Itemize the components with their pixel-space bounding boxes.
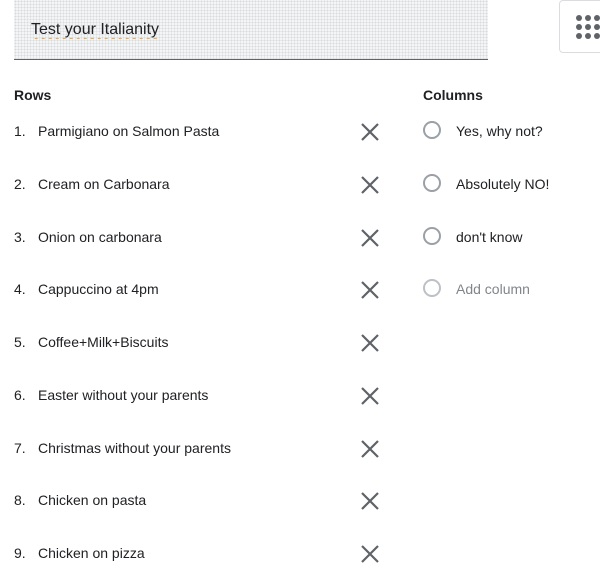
row-number: 3. — [14, 229, 26, 245]
row-label-input[interactable]: Chicken on pizza — [38, 545, 145, 561]
close-icon[interactable] — [358, 173, 382, 197]
column-label-input[interactable]: Yes, why not? — [456, 123, 543, 139]
row-label-input[interactable]: Chicken on pasta — [38, 492, 146, 508]
close-icon[interactable] — [358, 489, 382, 513]
row-label-input[interactable]: Coffee+Milk+Biscuits — [38, 334, 168, 350]
row-number: 8. — [14, 492, 26, 508]
row-item: 7. Christmas without your parents — [14, 434, 384, 464]
close-icon[interactable] — [358, 384, 382, 408]
add-column-item[interactable]: Add column — [423, 275, 598, 305]
question-type-dropdown[interactable] — [559, 0, 600, 53]
row-number: 7. — [14, 440, 26, 456]
row-number: 9. — [14, 545, 26, 561]
row-item: 1. Parmigiano on Salmon Pasta — [14, 117, 384, 147]
row-number: 4. — [14, 281, 26, 297]
row-item: 4. Cappuccino at 4pm — [14, 275, 384, 305]
radio-circle-icon — [423, 227, 441, 245]
grid-icon — [576, 15, 600, 39]
column-item: don't know — [423, 223, 598, 253]
close-icon[interactable] — [358, 542, 382, 566]
question-title-input[interactable] — [31, 17, 471, 43]
row-label-input[interactable]: Onion on carbonara — [38, 229, 162, 245]
row-label-input[interactable]: Easter without your parents — [38, 387, 208, 403]
close-icon[interactable] — [358, 437, 382, 461]
row-number: 5. — [14, 334, 26, 350]
columns-heading: Columns — [423, 87, 483, 103]
row-label-input[interactable]: Christmas without your parents — [38, 440, 231, 456]
radio-circle-icon — [423, 174, 441, 192]
row-item: 6. Easter without your parents — [14, 381, 384, 411]
row-number: 1. — [14, 123, 26, 139]
question-title-field[interactable] — [14, 0, 488, 60]
column-item: Absolutely NO! — [423, 170, 598, 200]
row-item: 2. Cream on Carbonara — [14, 170, 384, 200]
close-icon[interactable] — [358, 120, 382, 144]
row-label-input[interactable]: Cappuccino at 4pm — [38, 281, 159, 297]
row-item: 3. Onion on carbonara — [14, 223, 384, 253]
rows-heading: Rows — [14, 87, 52, 103]
row-label-input[interactable]: Cream on Carbonara — [38, 176, 170, 192]
radio-circle-icon — [423, 279, 441, 297]
grid-question-editor: Rows Columns 1. Parmigiano on Salmon Pas… — [0, 0, 600, 575]
close-icon[interactable] — [358, 278, 382, 302]
row-number: 6. — [14, 387, 26, 403]
close-icon[interactable] — [358, 226, 382, 250]
close-icon[interactable] — [358, 331, 382, 355]
column-label-input[interactable]: Absolutely NO! — [456, 176, 549, 192]
add-column-button[interactable]: Add column — [456, 281, 530, 297]
row-number: 2. — [14, 176, 26, 192]
row-item: 8. Chicken on pasta — [14, 486, 384, 516]
row-item: 9. Chicken on pizza — [14, 539, 384, 569]
column-item: Yes, why not? — [423, 117, 598, 147]
row-item: 5. Coffee+Milk+Biscuits — [14, 328, 384, 358]
row-label-input[interactable]: Parmigiano on Salmon Pasta — [38, 123, 219, 139]
radio-circle-icon — [423, 121, 441, 139]
column-label-input[interactable]: don't know — [456, 229, 523, 245]
